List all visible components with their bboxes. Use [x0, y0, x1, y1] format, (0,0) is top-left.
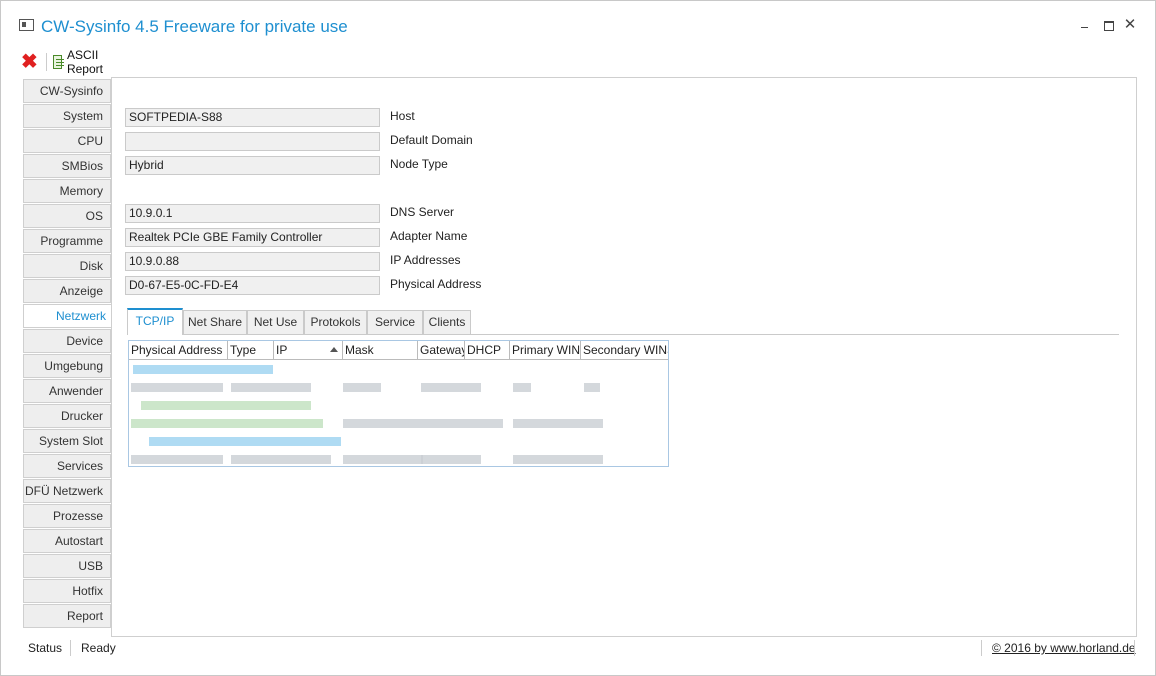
- ascii-report-label: ASCII Report: [66, 48, 103, 76]
- tab-underline: [127, 334, 1119, 335]
- red-x-icon[interactable]: ✖: [21, 52, 41, 72]
- tab-service[interactable]: Service: [367, 310, 423, 334]
- sidebar-item-cpu[interactable]: CPU: [23, 129, 111, 153]
- obscured-cell: [343, 419, 503, 428]
- sidebar-item-report[interactable]: Report: [23, 604, 111, 628]
- network-panel: SOFTPEDIA-S88 Host Default Domain Hybrid…: [111, 77, 1137, 637]
- sidebar-item-hotfix[interactable]: Hotfix: [23, 579, 111, 603]
- tab-protokols[interactable]: Protokols: [304, 310, 367, 334]
- obscured-cell: [231, 383, 311, 392]
- column-dhcp[interactable]: DHCP: [465, 341, 510, 360]
- sidebar-item-anwender[interactable]: Anwender: [23, 379, 111, 403]
- obscured-cell: [513, 419, 603, 428]
- app-window: CW-Sysinfo 4.5 Freeware for private use …: [0, 0, 1156, 676]
- sidebar-item-usb[interactable]: USB: [23, 554, 111, 578]
- tab-net-share[interactable]: Net Share: [183, 310, 247, 334]
- ip-addresses-field[interactable]: 10.9.0.88: [125, 252, 380, 271]
- obscured-cell: [131, 419, 323, 428]
- obscured-cell: [231, 455, 331, 464]
- table-row[interactable]: [129, 432, 668, 450]
- table-row[interactable]: [129, 414, 668, 432]
- obscured-cell: [421, 455, 481, 464]
- sort-ascending-icon: [330, 347, 338, 352]
- obscured-cell: [513, 455, 603, 464]
- sidebar-item-netzwerk[interactable]: Netzwerk: [23, 304, 113, 328]
- dns-server-label: DNS Server: [390, 205, 455, 219]
- close-icon[interactable]: ✕: [1123, 17, 1137, 32]
- sidebar-item-drucker[interactable]: Drucker: [23, 404, 111, 428]
- ip-addresses-label: IP Addresses: [390, 253, 461, 267]
- sidebar-item-system-slot[interactable]: System Slot: [23, 429, 111, 453]
- physical-address-field[interactable]: D0-67-E5-0C-FD-E4: [125, 276, 380, 295]
- toolbar-separator: [46, 53, 47, 71]
- report-icon: [53, 55, 64, 69]
- table-header: Physical Address Type IP Mask Gateway DH…: [129, 341, 668, 360]
- sidebar-item-services[interactable]: Services: [23, 454, 111, 478]
- sidebar-item-umgebung[interactable]: Umgebung: [23, 354, 111, 378]
- table-row[interactable]: [129, 378, 668, 396]
- title-bar: CW-Sysinfo 4.5 Freeware for private use …: [1, 1, 1155, 47]
- sidebar-item-autostart[interactable]: Autostart: [23, 529, 111, 553]
- sidebar-item-os[interactable]: OS: [23, 204, 111, 228]
- status-separator: [981, 640, 982, 656]
- obscured-cell: [133, 365, 273, 374]
- obscured-cell: [131, 455, 223, 464]
- tab-clients[interactable]: Clients: [423, 310, 471, 334]
- sidebar-item-memory[interactable]: Memory: [23, 179, 111, 203]
- window-title: CW-Sysinfo 4.5 Freeware for private use: [41, 17, 348, 36]
- default-domain-field[interactable]: [125, 132, 380, 151]
- sidebar-item-cw-sysinfo[interactable]: CW-Sysinfo: [23, 79, 111, 103]
- obscured-cell: [421, 383, 481, 392]
- default-domain-label: Default Domain: [390, 133, 473, 147]
- adapter-name-label: Adapter Name: [390, 229, 468, 243]
- status-separator: [1134, 640, 1135, 656]
- column-mask[interactable]: Mask: [343, 341, 418, 360]
- status-text: Ready: [81, 641, 116, 655]
- host-label: Host: [390, 109, 415, 123]
- obscured-cell: [141, 401, 311, 410]
- physical-address-label: Physical Address: [390, 277, 482, 291]
- table-row[interactable]: [129, 396, 668, 414]
- column-ip-label: IP: [276, 343, 288, 357]
- ascii-report-button[interactable]: ASCII Report: [53, 48, 108, 76]
- obscured-cell: [343, 383, 381, 392]
- sidebar-item-system[interactable]: System: [23, 104, 111, 128]
- obscured-cell: [584, 383, 600, 392]
- tab-tcp-ip[interactable]: TCP/IP: [127, 308, 183, 335]
- sidebar-item-smbios[interactable]: SMBios: [23, 154, 111, 178]
- column-gateway[interactable]: Gateway: [418, 341, 465, 360]
- obscured-cell: [513, 383, 531, 392]
- table-row[interactable]: [129, 360, 668, 378]
- sidebar-item-prozesse[interactable]: Prozesse: [23, 504, 111, 528]
- node-type-field[interactable]: Hybrid: [125, 156, 380, 175]
- column-ip[interactable]: IP: [274, 341, 343, 360]
- obscured-cell: [149, 437, 341, 446]
- maximize-icon[interactable]: [1101, 18, 1115, 32]
- table-row[interactable]: [129, 450, 668, 466]
- sidebar-item-dfu-netzwerk[interactable]: DFÜ Netzwerk: [23, 479, 111, 503]
- dns-server-field[interactable]: 10.9.0.1: [125, 204, 380, 223]
- obscured-cell: [343, 455, 423, 464]
- column-secondary-wins[interactable]: Secondary WINS: [581, 341, 668, 360]
- node-type-label: Node Type: [390, 157, 448, 171]
- sidebar-item-device[interactable]: Device: [23, 329, 111, 353]
- status-label: Status: [28, 641, 63, 655]
- copyright-link[interactable]: © 2016 by www.horland.de: [992, 641, 1136, 655]
- host-field[interactable]: SOFTPEDIA-S88: [125, 108, 380, 127]
- sidebar-item-programme[interactable]: Programme: [23, 229, 111, 253]
- tcp-ip-table[interactable]: Physical Address Type IP Mask Gateway DH…: [128, 340, 669, 467]
- column-primary-wins[interactable]: Primary WINS: [510, 341, 581, 360]
- minimize-icon[interactable]: [1078, 18, 1092, 32]
- column-physical-address[interactable]: Physical Address: [129, 341, 228, 360]
- column-type[interactable]: Type: [228, 341, 274, 360]
- sidebar-item-anzeige[interactable]: Anzeige: [23, 279, 111, 303]
- app-icon: [19, 19, 34, 31]
- tab-net-use[interactable]: Net Use: [247, 310, 304, 334]
- obscured-cell: [131, 383, 223, 392]
- status-separator: [70, 640, 71, 656]
- sidebar-item-disk[interactable]: Disk: [23, 254, 111, 278]
- adapter-name-field[interactable]: Realtek PCIe GBE Family Controller: [125, 228, 380, 247]
